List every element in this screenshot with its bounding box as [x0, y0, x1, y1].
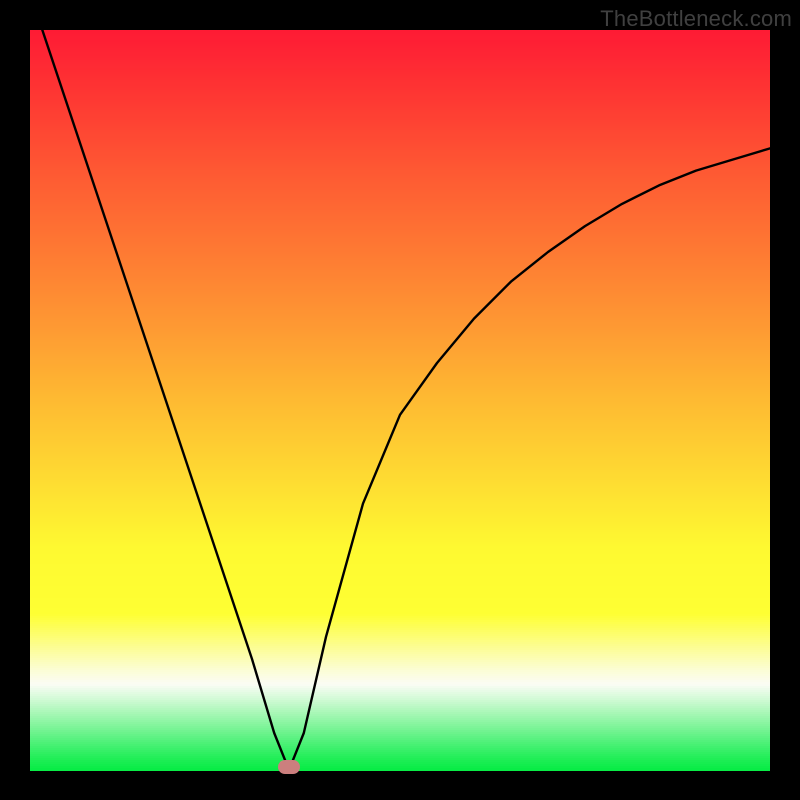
optimal-marker [278, 760, 300, 774]
plot-area [30, 30, 770, 770]
chart-frame: TheBottleneck.com [0, 0, 800, 800]
watermark-text: TheBottleneck.com [600, 6, 792, 32]
bottleneck-curve [30, 30, 770, 770]
